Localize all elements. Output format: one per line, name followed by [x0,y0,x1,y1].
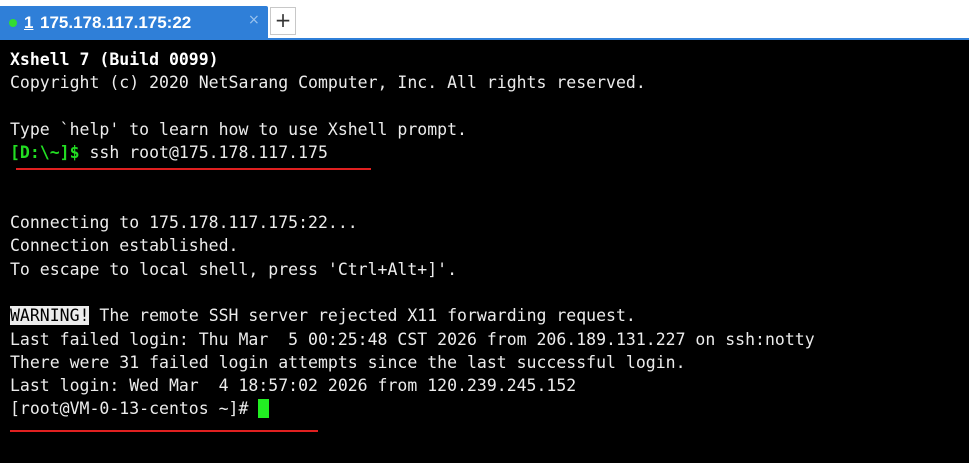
local-prompt: [D:\~]$ [10,143,80,163]
terminal-line: Last failed login: Thu Mar 5 00:25:48 CS… [10,329,815,349]
terminal-line: To escape to local shell, press 'Ctrl+Al… [10,259,458,279]
terminal-line: Type `help' to learn how to use Xshell p… [10,119,467,139]
close-tab-icon[interactable]: × [248,12,260,28]
tab-number: 1 [24,13,34,32]
tab-bar: 1 175.178.117.175:22 × + [0,0,969,40]
annotation-underline-command [16,168,371,170]
remote-prompt: [root@VM-0-13-centos ~]# [10,399,259,419]
terminal-line: Xshell 7 (Build 0099) [10,50,219,69]
terminal-line: Last login: Wed Mar 4 18:57:02 2026 from… [10,376,577,396]
terminal-line: There were 31 failed login attempts sinc… [10,352,686,372]
warning-text: The remote SSH server rejected X11 forwa… [89,306,636,326]
terminal-line-command: [D:\~]$ ssh root@175.178.117.175 [10,141,969,164]
terminal-line: Connecting to 175.178.117.175:22... [10,213,358,233]
annotation-underline-prompt [10,430,318,432]
connected-status-icon [9,19,17,27]
tab-session[interactable]: 1 175.178.117.175:22 × [0,6,268,40]
tab-title: 175.178.117.175:22 [40,13,192,32]
terminal-cursor [258,398,270,418]
xshell-window: 1 175.178.117.175:22 × + Xshell 7 (Build… [0,0,969,463]
terminal-line: Connection established. [10,236,239,256]
terminal-line: Copyright (c) 2020 NetSarang Computer, I… [10,73,646,93]
local-command: ssh root@175.178.117.175 [79,143,328,163]
warning-label: WARNING! [10,306,90,326]
new-tab-button[interactable]: + [270,7,296,35]
terminal-line-prompt[interactable]: [root@VM-0-13-centos ~]# [10,397,969,420]
terminal-area[interactable]: Xshell 7 (Build 0099) Copyright (c) 2020… [0,40,969,463]
terminal-line-warning: WARNING! The remote SSH server rejected … [10,304,969,327]
